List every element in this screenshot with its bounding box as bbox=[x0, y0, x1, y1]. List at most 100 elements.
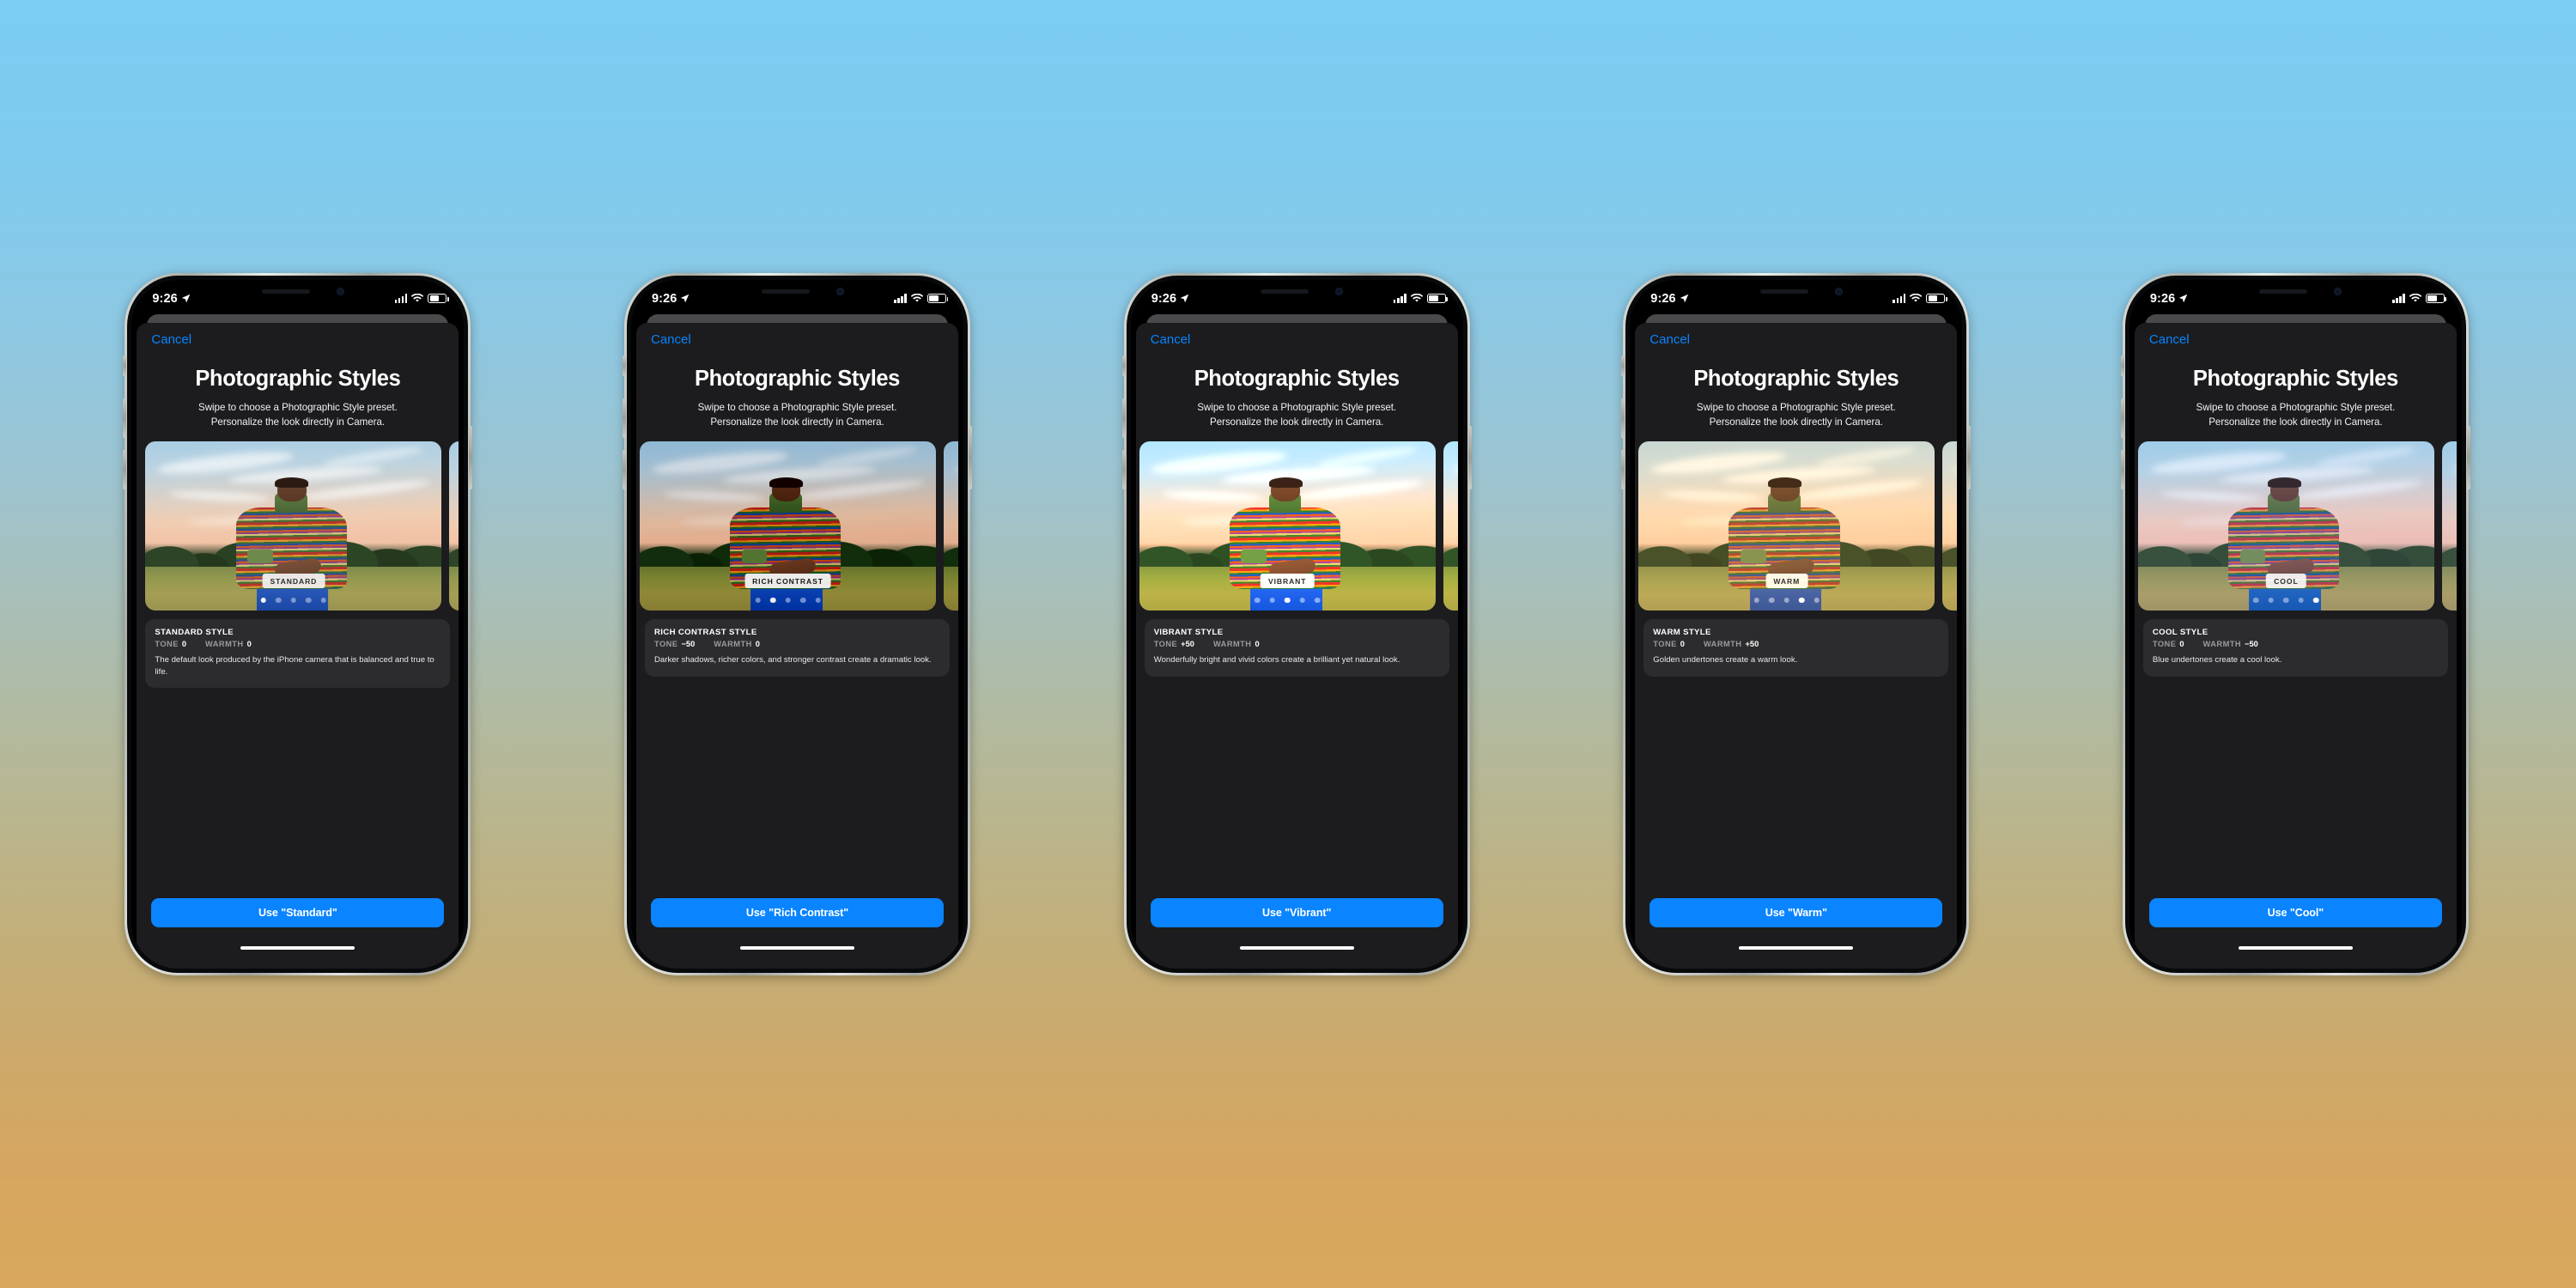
page-dot[interactable] bbox=[306, 597, 312, 604]
volume-down-button[interactable] bbox=[623, 450, 626, 489]
page-dot[interactable] bbox=[1254, 597, 1261, 604]
cancel-button[interactable]: Cancel bbox=[2135, 323, 2457, 346]
page-dots[interactable] bbox=[260, 597, 327, 604]
use-style-button[interactable]: Use "Vibrant" bbox=[1150, 898, 1443, 927]
carousel-track[interactable]: COOL bbox=[2137, 441, 2457, 611]
page-dot[interactable] bbox=[1769, 597, 1775, 604]
style-card-next[interactable] bbox=[1942, 441, 1958, 611]
volume-down-button[interactable] bbox=[1621, 450, 1625, 489]
carousel-track[interactable]: STANDARD bbox=[145, 441, 459, 611]
style-carousel[interactable]: STANDARD bbox=[137, 441, 459, 611]
use-style-button[interactable]: Use "Warm" bbox=[1649, 898, 1943, 927]
carousel-track[interactable]: WARM bbox=[1638, 441, 1958, 611]
page-dot[interactable] bbox=[260, 597, 267, 604]
page-dots[interactable] bbox=[1254, 597, 1321, 604]
style-card-active[interactable]: WARM bbox=[1638, 441, 1935, 611]
volume-up-button[interactable] bbox=[1121, 398, 1126, 438]
page-dot[interactable] bbox=[1753, 597, 1760, 604]
style-carousel[interactable]: VIBRANT bbox=[1136, 441, 1458, 611]
status-right bbox=[1393, 294, 1449, 303]
power-button[interactable] bbox=[1967, 426, 1971, 489]
style-card-next[interactable] bbox=[449, 441, 459, 611]
style-card-next[interactable] bbox=[1443, 441, 1458, 611]
volume-up-button[interactable] bbox=[123, 398, 127, 438]
cancel-button[interactable]: Cancel bbox=[1635, 323, 1957, 346]
page-dot[interactable] bbox=[2298, 597, 2305, 604]
mute-switch[interactable] bbox=[1621, 355, 1625, 376]
volume-down-button[interactable] bbox=[1121, 450, 1126, 489]
use-style-button[interactable]: Use "Standard" bbox=[151, 898, 445, 927]
page-dot[interactable] bbox=[785, 597, 791, 604]
style-carousel[interactable]: RICH CONTRAST bbox=[636, 441, 958, 611]
page-dot[interactable] bbox=[1783, 597, 1790, 604]
style-card-next[interactable] bbox=[944, 441, 958, 611]
home-indicator[interactable] bbox=[1739, 945, 1854, 951]
subtitle-line-2: Personalize the look directly in Camera. bbox=[210, 416, 386, 428]
style-card-active[interactable]: COOL bbox=[2137, 441, 2434, 611]
mute-switch[interactable] bbox=[1121, 355, 1126, 376]
page-dot[interactable] bbox=[276, 597, 282, 604]
mute-switch[interactable] bbox=[2120, 355, 2124, 376]
style-carousel[interactable]: WARM bbox=[1635, 441, 1958, 611]
page-dot[interactable] bbox=[1314, 597, 1321, 604]
page-dots[interactable] bbox=[2253, 597, 2319, 604]
page-dot[interactable] bbox=[2313, 597, 2319, 604]
style-card-active[interactable]: RICH CONTRAST bbox=[640, 441, 936, 611]
style-card-next[interactable] bbox=[2441, 441, 2457, 611]
carousel-track[interactable]: VIBRANT bbox=[1139, 441, 1458, 611]
tone-label: TONE bbox=[2152, 640, 2177, 649]
style-card-active[interactable]: STANDARD bbox=[145, 441, 442, 611]
cancel-button[interactable]: Cancel bbox=[636, 323, 958, 346]
subtitle-line-1: Swipe to choose a Photographic Style pre… bbox=[1197, 402, 1397, 413]
warmth-label: WARMTH bbox=[714, 640, 752, 649]
page-dot[interactable] bbox=[290, 597, 297, 604]
page-dots[interactable] bbox=[755, 597, 821, 604]
page-dot[interactable] bbox=[755, 597, 761, 604]
hair bbox=[2267, 477, 2301, 489]
use-style-button[interactable]: Use "Rich Contrast" bbox=[651, 898, 944, 927]
page-dot[interactable] bbox=[2283, 597, 2289, 604]
page-title: Photographic Styles bbox=[695, 367, 900, 391]
page-dot[interactable] bbox=[2253, 597, 2259, 604]
cancel-button[interactable]: Cancel bbox=[137, 323, 459, 346]
volume-up-button[interactable] bbox=[2120, 398, 2124, 438]
power-button[interactable] bbox=[1467, 426, 1472, 489]
mute-switch[interactable] bbox=[123, 355, 127, 376]
power-button[interactable] bbox=[969, 426, 972, 489]
page-dot[interactable] bbox=[1269, 597, 1275, 604]
page-dot[interactable] bbox=[1284, 597, 1291, 604]
clock-label: 9:26 bbox=[152, 291, 178, 306]
page-dot[interactable] bbox=[2268, 597, 2275, 604]
page-dots[interactable] bbox=[1753, 597, 1820, 604]
page-dot[interactable] bbox=[320, 597, 327, 604]
cancel-button[interactable]: Cancel bbox=[1136, 323, 1458, 346]
page-dot[interactable] bbox=[1799, 597, 1805, 604]
home-indicator[interactable] bbox=[740, 945, 854, 951]
page-dot[interactable] bbox=[799, 597, 806, 604]
page-title: Photographic Styles bbox=[195, 367, 401, 391]
home-indicator[interactable] bbox=[1239, 945, 1354, 951]
page-dot[interactable] bbox=[769, 597, 776, 604]
power-button[interactable] bbox=[469, 426, 473, 489]
power-button[interactable] bbox=[2466, 426, 2470, 489]
subject-figure bbox=[234, 477, 349, 611]
volume-up-button[interactable] bbox=[623, 398, 626, 438]
page-dot[interactable] bbox=[1299, 597, 1305, 604]
home-indicator[interactable] bbox=[240, 945, 355, 951]
page-dot[interactable] bbox=[1814, 597, 1820, 604]
subtitle-line-2: Personalize the look directly in Camera. bbox=[1709, 416, 1883, 428]
carousel-track[interactable]: RICH CONTRAST bbox=[640, 441, 958, 611]
mute-switch[interactable] bbox=[623, 355, 626, 376]
page-dot[interactable] bbox=[815, 597, 821, 604]
style-carousel[interactable]: COOL bbox=[2135, 441, 2457, 611]
subtitle-line-1: Swipe to choose a Photographic Style pre… bbox=[2196, 402, 2396, 413]
volume-down-button[interactable] bbox=[123, 450, 127, 489]
use-style-button[interactable]: Use "Cool" bbox=[2148, 898, 2442, 927]
style-description: The default look produced by the iPhone … bbox=[155, 655, 434, 677]
volume-up-button[interactable] bbox=[1621, 398, 1625, 438]
style-card-active[interactable]: VIBRANT bbox=[1139, 441, 1436, 611]
location-arrow-icon bbox=[681, 294, 690, 303]
home-indicator[interactable] bbox=[2238, 945, 2353, 951]
page-subtitle: Swipe to choose a Photographic Style pre… bbox=[1649, 400, 1943, 429]
volume-down-button[interactable] bbox=[2120, 450, 2124, 489]
